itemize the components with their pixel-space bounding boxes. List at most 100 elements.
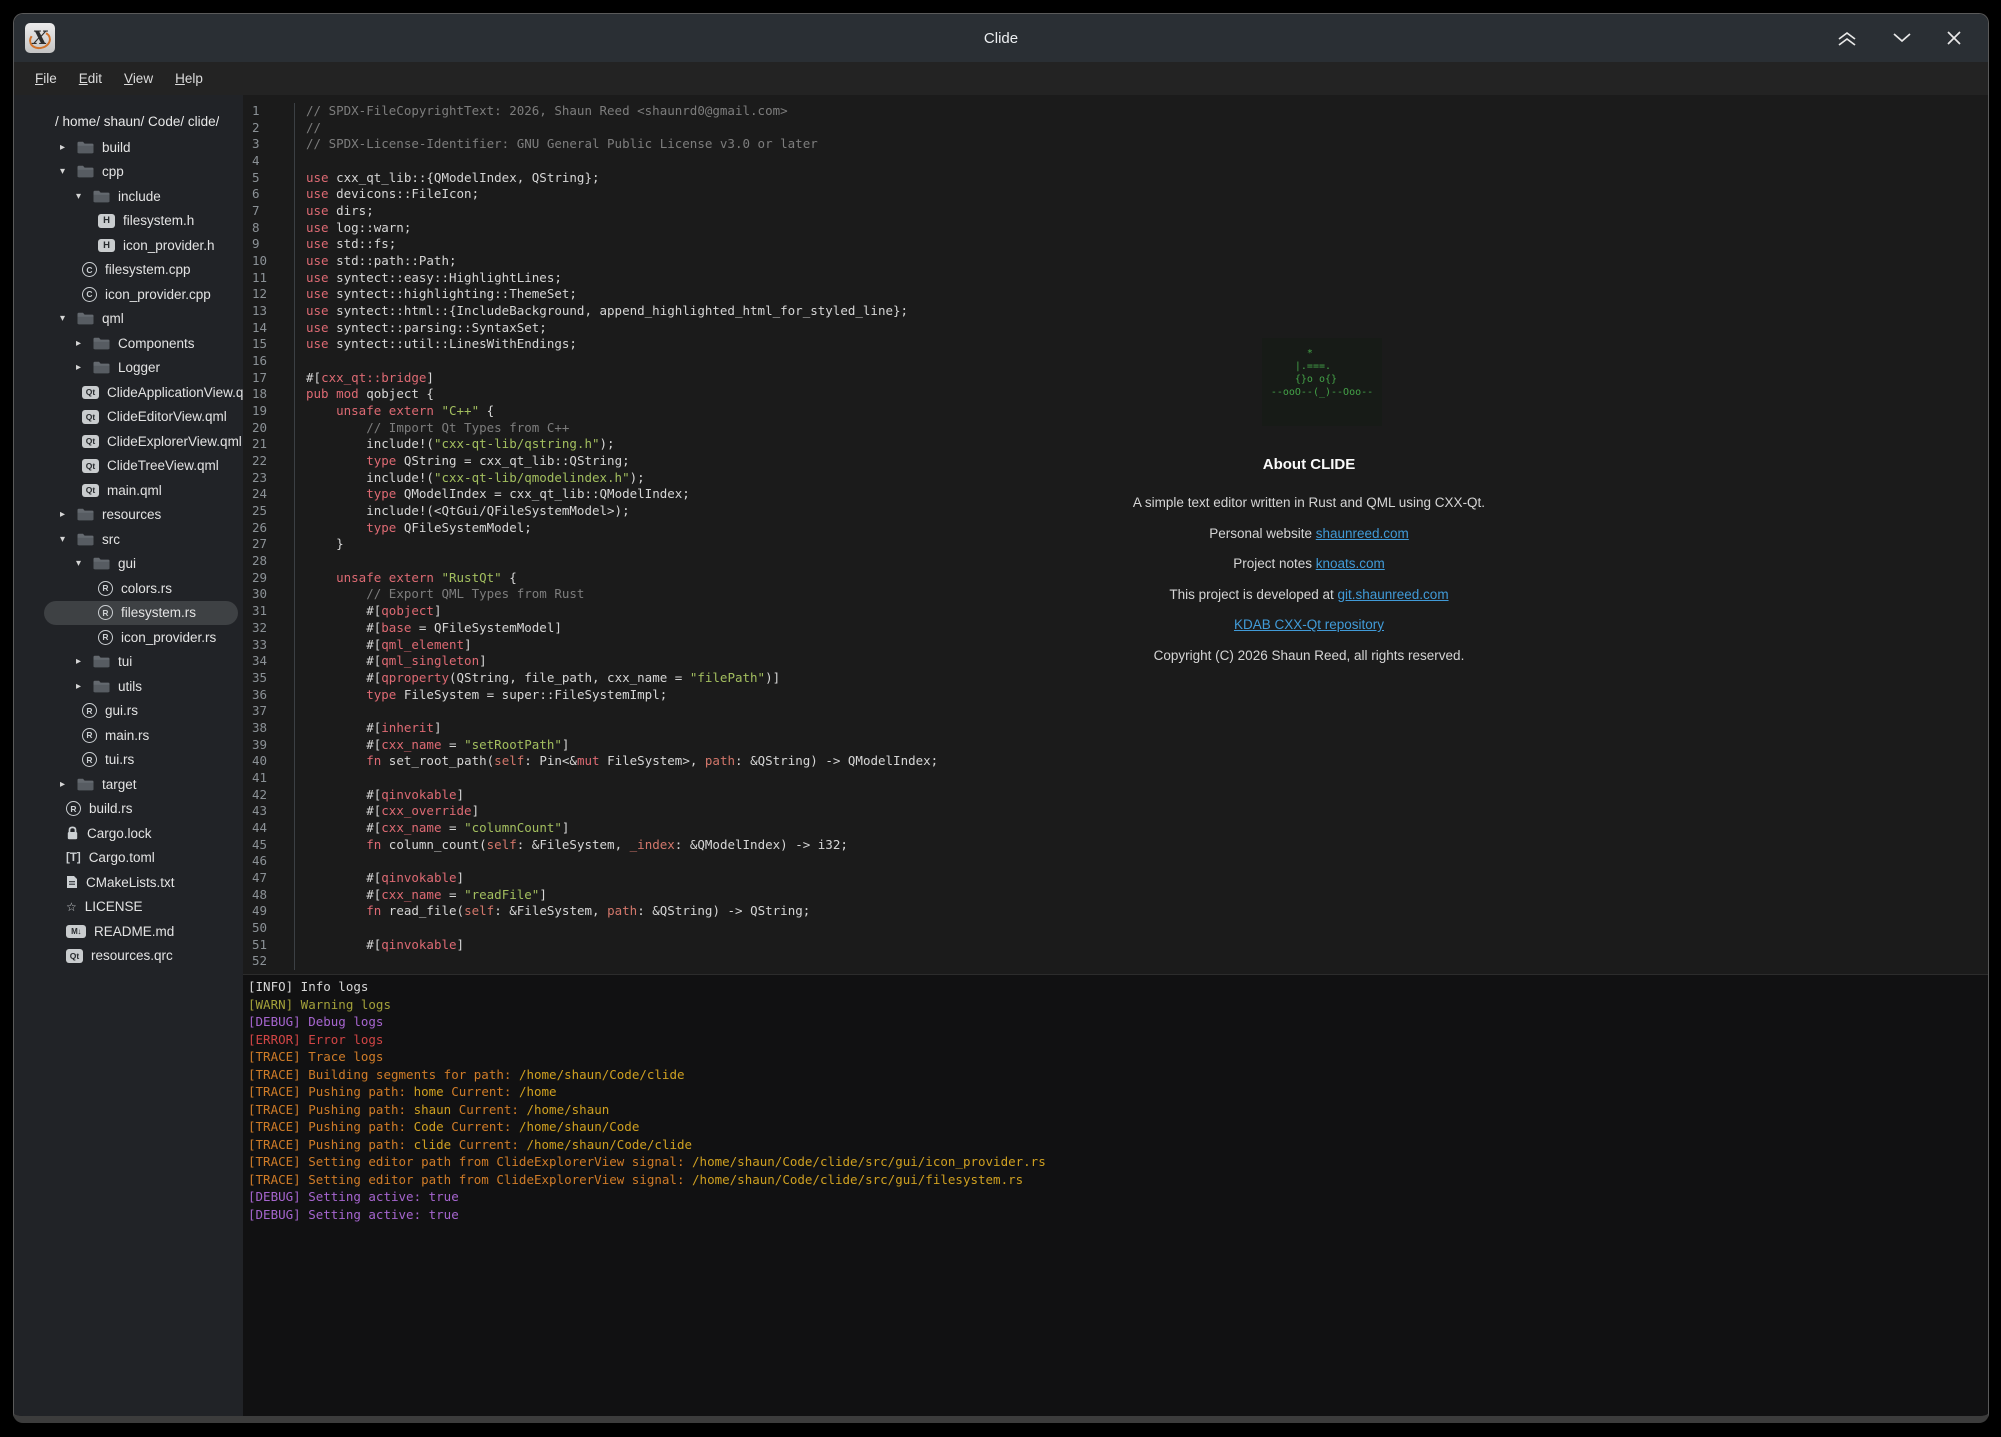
- tree-item-label: gui: [118, 556, 136, 571]
- line-number: 42: [243, 787, 294, 804]
- log-line: [TRACE] Building segments for path: /hom…: [248, 1066, 1988, 1084]
- line-number: 20: [243, 420, 294, 437]
- log-line: [WARN] Warning logs: [248, 996, 1988, 1014]
- tree-item-label: resources.qrc: [91, 948, 173, 963]
- expand-arrow-icon[interactable]: ▸: [76, 338, 93, 349]
- expand-arrow-icon[interactable]: ▸: [60, 142, 77, 153]
- tree-item-resources-qrc[interactable]: Qt resources.qrc: [14, 944, 243, 969]
- tree-item-qml[interactable]: ▾qml: [14, 307, 243, 332]
- folder-icon: [93, 361, 110, 374]
- line-number: 33: [243, 637, 294, 654]
- line-number: 12: [243, 286, 294, 303]
- titlebar: X Clide: [14, 14, 1988, 62]
- menu-item-help[interactable]: Help: [164, 67, 214, 90]
- tree-item-label: icon_provider.cpp: [105, 287, 211, 302]
- tree-item-cargo-toml[interactable]: [T]Cargo.toml: [14, 846, 243, 871]
- about-link[interactable]: git.shaunreed.com: [1338, 587, 1449, 602]
- tree-item-license[interactable]: ☆LICENSE: [14, 895, 243, 920]
- line-number: 7: [243, 203, 294, 220]
- tree-item-build-rs[interactable]: Rbuild.rs: [14, 797, 243, 822]
- expand-arrow-icon[interactable]: ▸: [60, 779, 77, 790]
- tree-item-clidetreeview-qml[interactable]: QtClideTreeView.qml: [14, 454, 243, 479]
- tree-item-label: main.rs: [105, 728, 149, 743]
- tree-item-main-qml[interactable]: Qtmain.qml: [14, 478, 243, 503]
- tree-item-target[interactable]: ▸target: [14, 772, 243, 797]
- expand-arrow-icon[interactable]: ▸: [60, 509, 77, 520]
- line-number: 21: [243, 436, 294, 453]
- code-line: 52: [243, 953, 1988, 970]
- log-line: [TRACE] Setting editor path from ClideEx…: [248, 1171, 1988, 1189]
- line-number: 11: [243, 270, 294, 287]
- menu-item-view[interactable]: View: [113, 67, 164, 90]
- tree-item-icon-provider-cpp[interactable]: Cicon_provider.cpp: [14, 282, 243, 307]
- tree-item-include[interactable]: ▾include: [14, 184, 243, 209]
- folder-icon: [77, 312, 94, 325]
- tree-item-logger[interactable]: ▸Logger: [14, 356, 243, 381]
- code-line: 12use syntect::highlighting::ThemeSet;: [243, 286, 1988, 303]
- tree-item-colors-rs[interactable]: Rcolors.rs: [14, 576, 243, 601]
- expand-arrow-icon[interactable]: ▸: [76, 362, 93, 373]
- rust-file-icon: R: [98, 581, 113, 596]
- tree-item-clideapplicationview-qml[interactable]: QtClideApplicationView.qml: [14, 380, 243, 405]
- tree-item-build[interactable]: ▸ build: [14, 135, 243, 160]
- code-editor[interactable]: 1// SPDX-FileCopyrightText: 2026, Shaun …: [243, 95, 1988, 974]
- close-button[interactable]: [1944, 28, 1964, 49]
- log-line: [TRACE] Trace logs: [248, 1048, 1988, 1066]
- tree-item-filesystem-h[interactable]: Hfilesystem.h: [14, 209, 243, 234]
- rust-file-icon: R: [82, 728, 97, 743]
- expand-arrow-icon[interactable]: ▾: [76, 558, 93, 569]
- about-link[interactable]: knoats.com: [1316, 556, 1385, 571]
- tree-item-main-rs[interactable]: Rmain.rs: [14, 723, 243, 748]
- chevron-down-icon: [1892, 32, 1912, 44]
- line-number: 25: [243, 503, 294, 520]
- expand-arrow-icon[interactable]: ▸: [76, 681, 93, 692]
- tree-item-filesystem-cpp[interactable]: Cfilesystem.cpp: [14, 258, 243, 283]
- tree-item-gui[interactable]: ▾ gui: [14, 552, 243, 577]
- tree-item-components[interactable]: ▸Components: [14, 331, 243, 356]
- tree-item-icon-provider-rs[interactable]: Ricon_provider.rs: [14, 625, 243, 650]
- tree-item-icon-provider-h[interactable]: Hicon_provider.h: [14, 233, 243, 258]
- tree-item-readme-md[interactable]: M↓README.md: [14, 919, 243, 944]
- rust-file-icon: R: [98, 630, 113, 645]
- code-line: 48 #[cxx_name = "readFile"]: [243, 887, 1988, 904]
- qt-file-icon: Qt: [82, 435, 99, 449]
- log-panel[interactable]: [INFO] Info logs[WARN] Warning logs[DEBU…: [243, 974, 1988, 1416]
- tree-item-tui[interactable]: ▸tui: [14, 650, 243, 675]
- line-number: 10: [243, 253, 294, 270]
- tree-item-cargo-lock[interactable]: Cargo.lock: [14, 821, 243, 846]
- app-icon[interactable]: X: [25, 23, 55, 53]
- tree-item-clideeditorview-qml[interactable]: QtClideEditorView.qml: [14, 405, 243, 430]
- tree-item-clideexplorerview-qml[interactable]: QtClideExplorerView.qml: [14, 429, 243, 454]
- tree-item-label: utils: [118, 679, 142, 694]
- expand-arrow-icon[interactable]: ▾: [60, 313, 77, 324]
- expand-arrow-icon[interactable]: ▾: [76, 191, 93, 202]
- tree-item-filesystem-rs[interactable]: Rfilesystem.rs: [44, 601, 238, 626]
- expand-arrow-icon[interactable]: ▸: [76, 656, 93, 667]
- tree-item-label: build: [102, 140, 131, 155]
- expand-arrow-icon[interactable]: ▾: [60, 534, 77, 545]
- shade-button[interactable]: [1834, 28, 1860, 49]
- about-link[interactable]: shaunreed.com: [1316, 526, 1409, 541]
- tree-item-gui-rs[interactable]: Rgui.rs: [14, 699, 243, 724]
- line-number: 48: [243, 887, 294, 904]
- tree-item-resources[interactable]: ▸resources: [14, 503, 243, 528]
- expand-arrow-icon[interactable]: ▾: [60, 166, 77, 177]
- line-number: 32: [243, 620, 294, 637]
- line-number: 19: [243, 403, 294, 420]
- line-number: 6: [243, 186, 294, 203]
- menu-item-edit[interactable]: Edit: [68, 67, 113, 90]
- about-link[interactable]: KDAB CXX-Qt repository: [1234, 617, 1384, 632]
- tree-item-tui-rs[interactable]: Rtui.rs: [14, 748, 243, 773]
- line-number: 47: [243, 870, 294, 887]
- qt-file-icon: Qt: [66, 949, 83, 963]
- tree-item-cpp[interactable]: ▾cpp: [14, 160, 243, 185]
- line-number: 51: [243, 937, 294, 954]
- tree-item-cmakelists-txt[interactable]: CMakeLists.txt: [14, 870, 243, 895]
- tree-item-label: build.rs: [89, 801, 133, 816]
- line-number: 16: [243, 353, 294, 370]
- toml-file-icon: [T]: [66, 852, 81, 864]
- menu-item-file[interactable]: File: [24, 67, 68, 90]
- tree-item-src[interactable]: ▾src: [14, 527, 243, 552]
- minimize-button[interactable]: [1890, 28, 1914, 49]
- tree-item-utils[interactable]: ▸ utils: [14, 674, 243, 699]
